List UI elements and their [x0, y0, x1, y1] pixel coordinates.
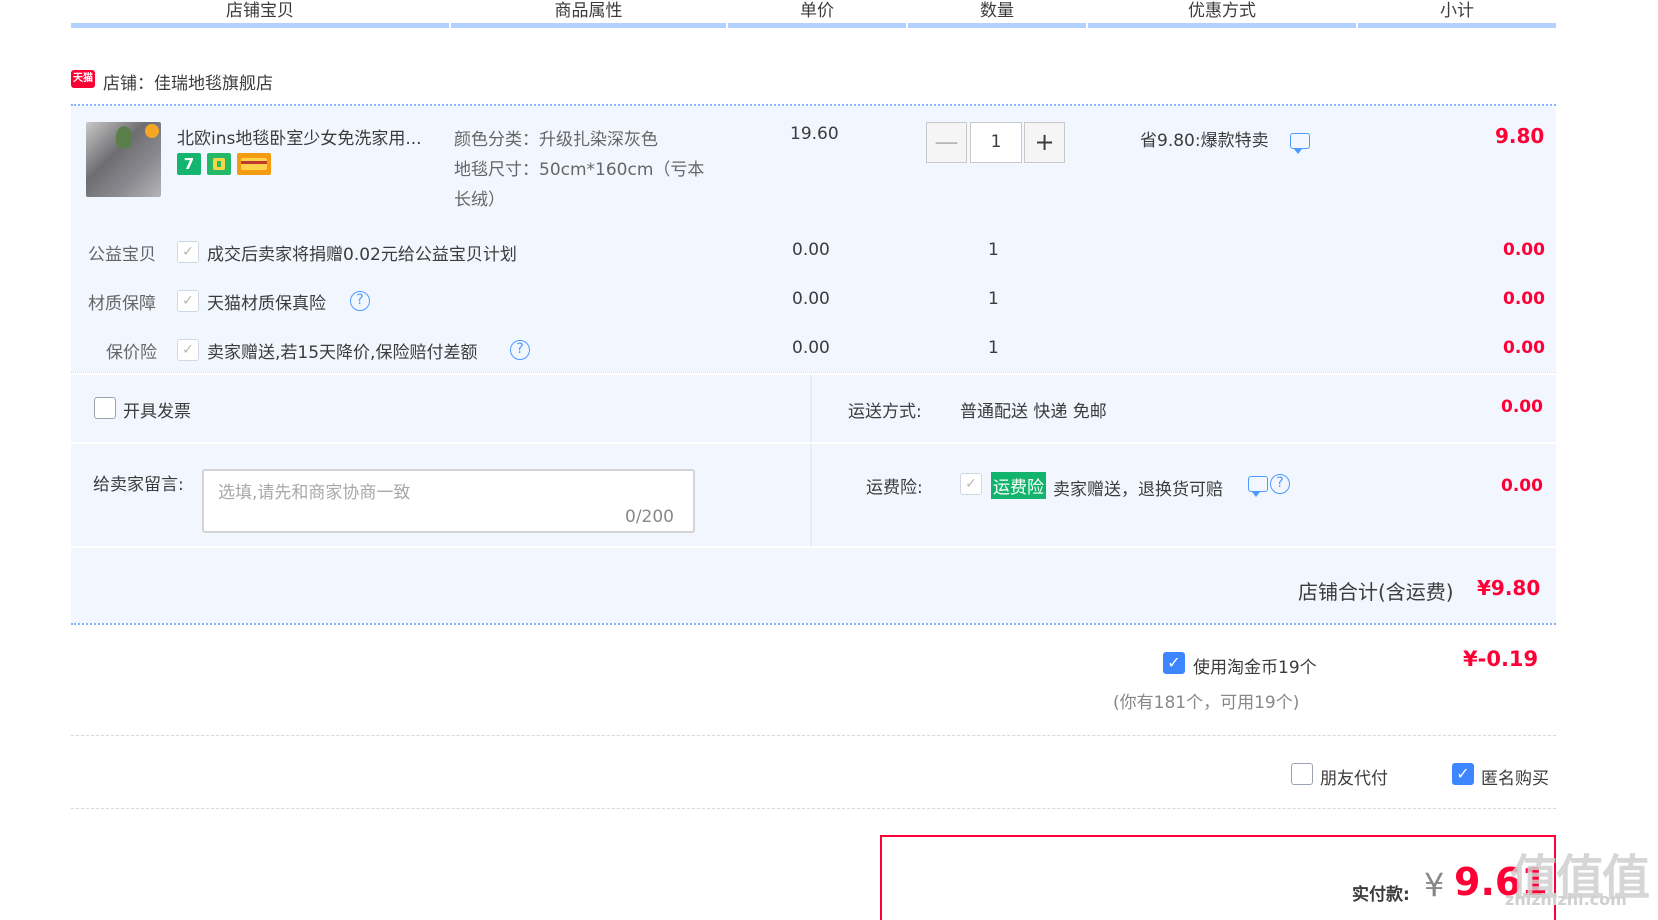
column-header-quantity: 数量: [980, 1, 1014, 21]
friend-pay-label: 朋友代付: [1320, 769, 1388, 789]
quantity-input[interactable]: 1: [970, 122, 1022, 163]
service-text: 天猫材质保真险: [207, 294, 326, 314]
header-bar: [71, 23, 449, 28]
service-subtotal: 0.00: [1503, 289, 1545, 309]
vertical-divider: [810, 375, 812, 546]
use-coins-checkbox[interactable]: ✓: [1163, 652, 1185, 674]
item-subtotal: 9.80: [1495, 124, 1545, 148]
payment-label: 实付款:: [1352, 885, 1410, 905]
freight-insurance-tag: 运费险: [991, 472, 1046, 499]
invoice-label: 开具发票: [123, 402, 191, 422]
anonymous-label: 匿名购买: [1481, 769, 1549, 789]
help-icon[interactable]: ?: [1270, 474, 1290, 494]
chat-icon[interactable]: [1290, 133, 1310, 154]
service-subtotal: 0.00: [1503, 240, 1545, 260]
service-text: 卖家赠送,若15天降价,保险赔付差额: [207, 343, 478, 363]
discount-text: 省9.80:爆款特卖: [1140, 131, 1269, 151]
attr-color: 颜色分类：升级扎染深灰色: [454, 130, 658, 150]
shipping-price: 0.00: [1501, 397, 1543, 417]
service-qty: 1: [988, 240, 999, 260]
attr-size-cont: 长绒）: [454, 190, 505, 210]
coins-discount-value: ¥-0.19: [1463, 647, 1539, 671]
seller-message-placeholder: 选填,请先和商家协商一致: [218, 483, 411, 503]
service-price: 0.00: [792, 338, 830, 358]
column-header-discount: 优惠方式: [1188, 1, 1256, 21]
message-char-counter: 0/200: [625, 507, 674, 527]
freight-insurance-price: 0.00: [1501, 476, 1543, 496]
product-thumbnail[interactable]: [86, 122, 161, 197]
service-checkbox[interactable]: ✓: [177, 290, 199, 312]
shop-name-link[interactable]: 店铺：佳瑞地毯旗舰店: [103, 69, 273, 94]
header-bar: [728, 23, 906, 28]
service-text: 成交后卖家将捐赠0.02元给公益宝贝计划: [207, 245, 517, 265]
use-coins-label: 使用淘金币19个: [1193, 658, 1317, 678]
service-price: 0.00: [792, 289, 830, 309]
divider: [71, 735, 1556, 736]
service-label: 材质保障: [88, 294, 156, 314]
header-bar: [451, 23, 726, 28]
divider: [71, 808, 1556, 809]
service-subtotal: 0.00: [1503, 338, 1545, 358]
freight-insurance-checkbox[interactable]: ✓: [960, 473, 982, 495]
help-icon[interactable]: ?: [350, 291, 370, 311]
shop-total-label: 店铺合计(含运费): [1298, 580, 1454, 604]
thumbnail-tag-shape: [145, 124, 159, 138]
tmall-logo: 天猫: [71, 70, 95, 88]
service-checkbox[interactable]: ✓: [177, 339, 199, 361]
message-label: 给卖家留言:: [93, 475, 184, 495]
service-label: 保价险: [106, 343, 157, 363]
row-separator: [71, 442, 1556, 444]
quantity-decrease-button[interactable]: —: [926, 122, 967, 163]
coins-available-note: (你有181个，可用19个): [1113, 693, 1300, 713]
divider: [71, 623, 1556, 625]
shipping-label: 运送方式:: [848, 402, 922, 422]
product-title-link[interactable]: 北欧ins地毯卧室少女免洗家用...: [177, 124, 422, 149]
service-checkbox[interactable]: ✓: [177, 241, 199, 263]
friend-pay-checkbox[interactable]: [1291, 763, 1313, 785]
header-bar: [908, 23, 1086, 28]
freight-insurance-text: 卖家赠送，退换货可赔: [1053, 480, 1223, 500]
column-header-subtotal: 小计: [1440, 1, 1474, 21]
quantity-increase-button[interactable]: +: [1024, 122, 1065, 163]
header-bar: [1358, 23, 1556, 28]
divider: [71, 104, 1556, 106]
service-qty: 1: [988, 289, 999, 309]
payment-currency: ¥: [1424, 866, 1445, 904]
guarantee-icon[interactable]: [207, 153, 231, 175]
site-watermark-url: zhizhizhi.com: [1505, 890, 1627, 909]
header-bar: [1088, 23, 1356, 28]
divider: [71, 372, 1556, 373]
service-label: 公益宝贝: [88, 245, 156, 265]
thumbnail-plant-shape: [116, 126, 132, 148]
seven-day-return-icon[interactable]: 7: [177, 153, 201, 175]
column-header-price: 单价: [800, 1, 834, 21]
service-price: 0.00: [792, 240, 830, 260]
help-icon[interactable]: ?: [510, 340, 530, 360]
invoice-checkbox[interactable]: [94, 397, 116, 419]
credit-card-icon[interactable]: [237, 153, 271, 175]
anonymous-checkbox[interactable]: ✓: [1452, 763, 1474, 785]
column-header-item: 店铺宝贝: [226, 1, 294, 21]
attr-size: 地毯尺寸：50cm*160cm（亏本: [454, 160, 705, 180]
freight-insurance-label: 运费险:: [866, 478, 923, 498]
shipping-method[interactable]: 普通配送 快递 免邮: [960, 397, 1107, 422]
unit-price: 19.60: [790, 124, 839, 144]
service-qty: 1: [988, 338, 999, 358]
column-header-attributes: 商品属性: [554, 1, 623, 21]
shop-total-value: ¥9.80: [1477, 576, 1541, 600]
chat-icon[interactable]: [1248, 476, 1268, 497]
